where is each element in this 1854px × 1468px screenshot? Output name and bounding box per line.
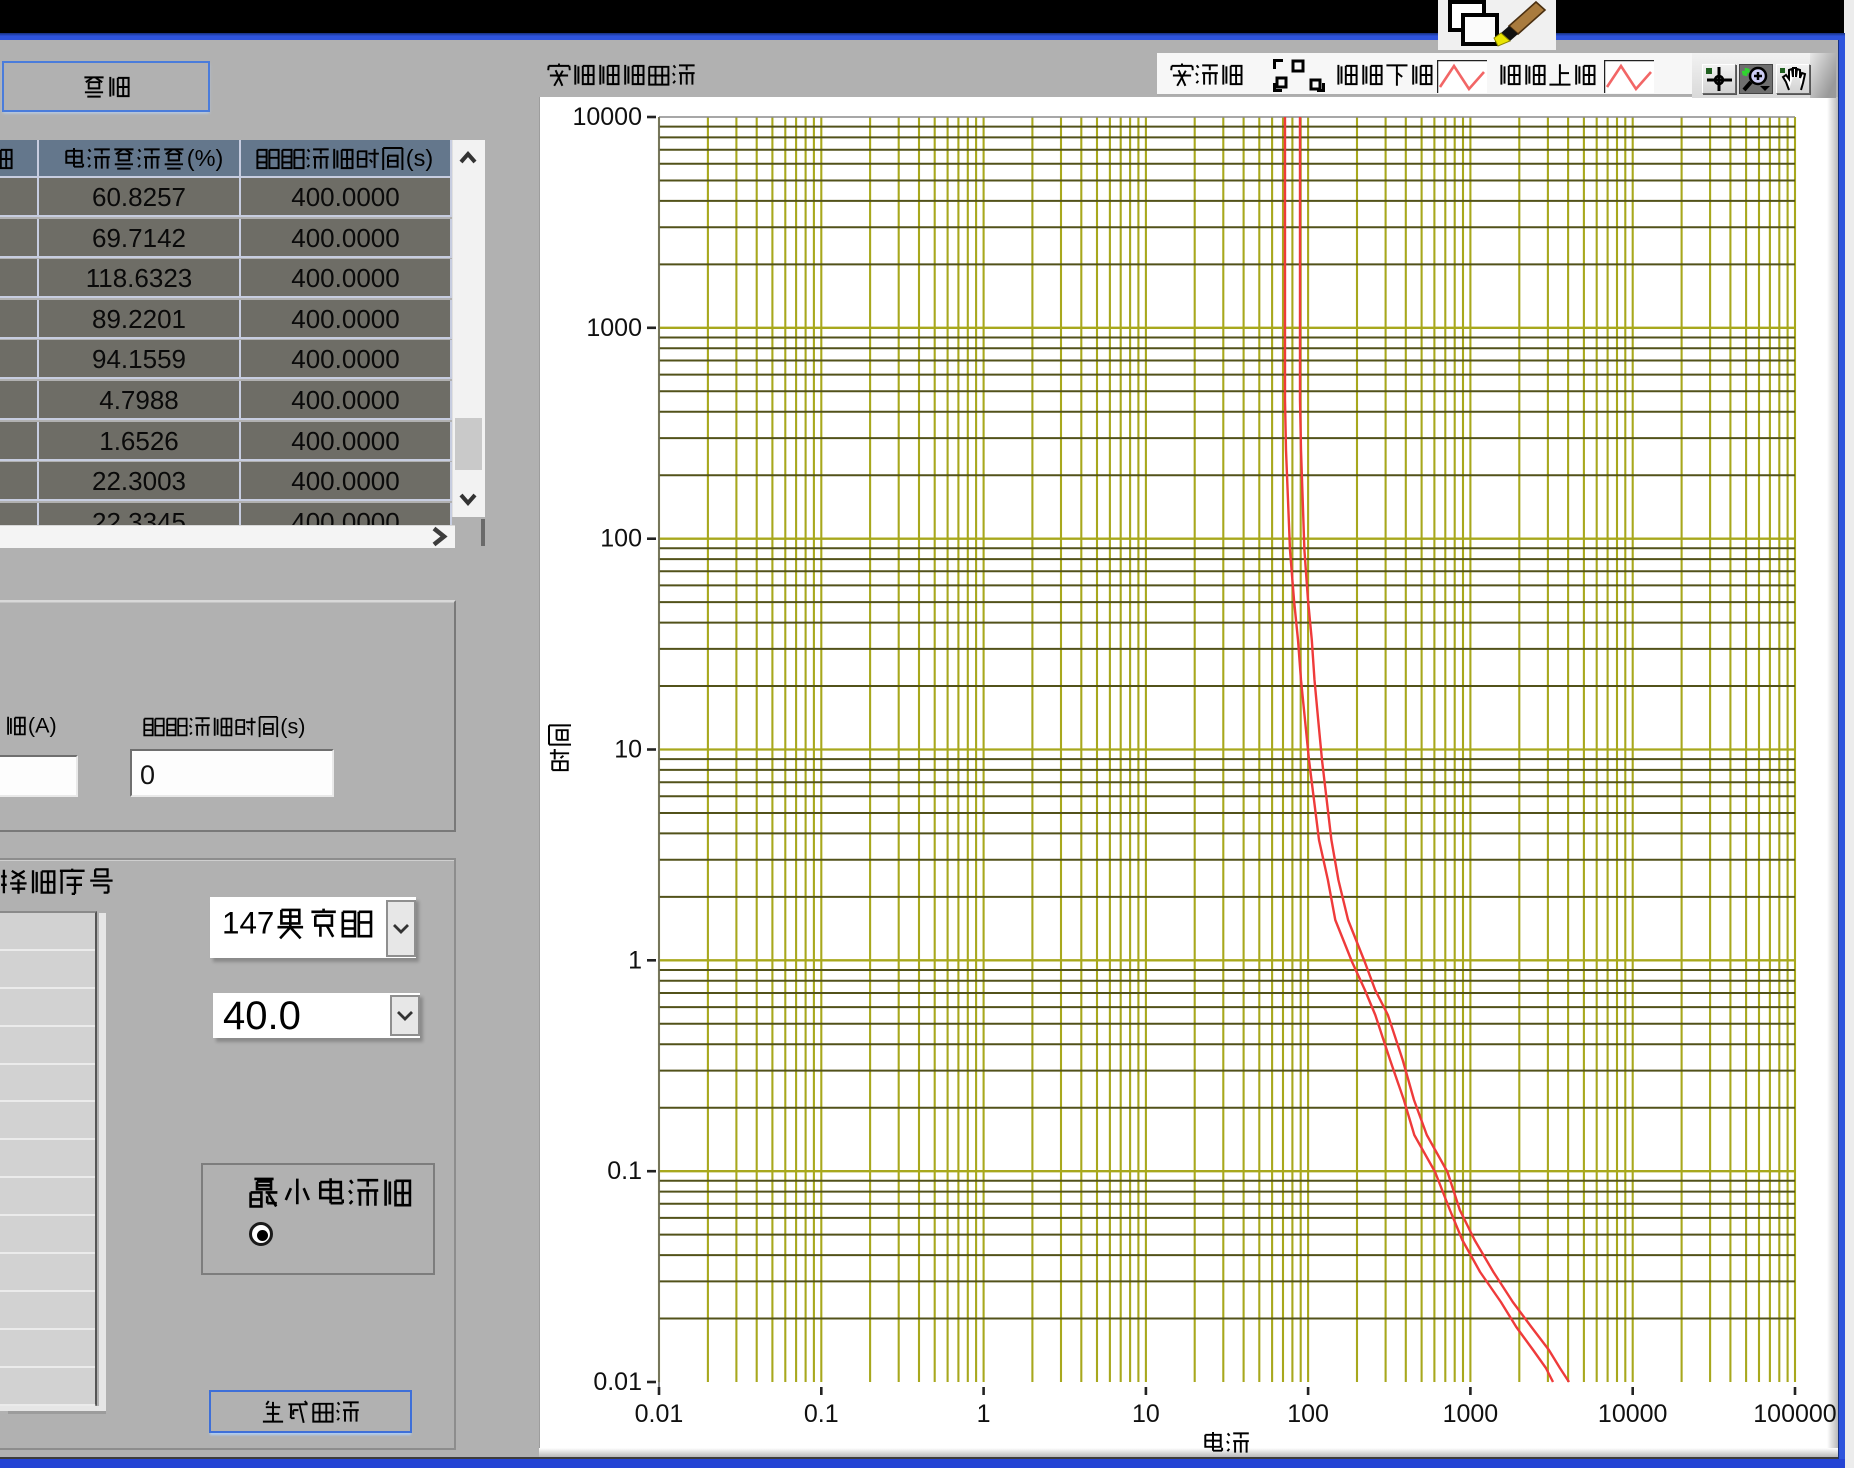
svg-text:0.1: 0.1 bbox=[607, 1157, 642, 1185]
svg-text:100000: 100000 bbox=[1753, 1400, 1836, 1428]
svg-text:(%): (%) bbox=[187, 145, 224, 171]
svg-text:147: 147 bbox=[222, 906, 274, 941]
svg-text:(s): (s) bbox=[280, 714, 305, 739]
svg-text:1000: 1000 bbox=[586, 314, 642, 342]
svg-text:(A): (A) bbox=[28, 713, 57, 738]
svg-text:1: 1 bbox=[628, 946, 642, 974]
svg-text:10000: 10000 bbox=[572, 103, 642, 131]
svg-text:100: 100 bbox=[600, 525, 642, 553]
svg-text:0.01: 0.01 bbox=[635, 1400, 684, 1428]
svg-text:10: 10 bbox=[1132, 1400, 1160, 1428]
svg-text:1: 1 bbox=[977, 1400, 991, 1428]
svg-text:10: 10 bbox=[614, 736, 642, 764]
svg-text:100: 100 bbox=[1287, 1400, 1329, 1428]
svg-text:(s): (s) bbox=[406, 145, 433, 171]
svg-text:0.1: 0.1 bbox=[804, 1400, 839, 1428]
svg-text:1000: 1000 bbox=[1443, 1400, 1499, 1428]
svg-text:10000: 10000 bbox=[1598, 1400, 1668, 1428]
svg-text:0.01: 0.01 bbox=[593, 1368, 642, 1396]
